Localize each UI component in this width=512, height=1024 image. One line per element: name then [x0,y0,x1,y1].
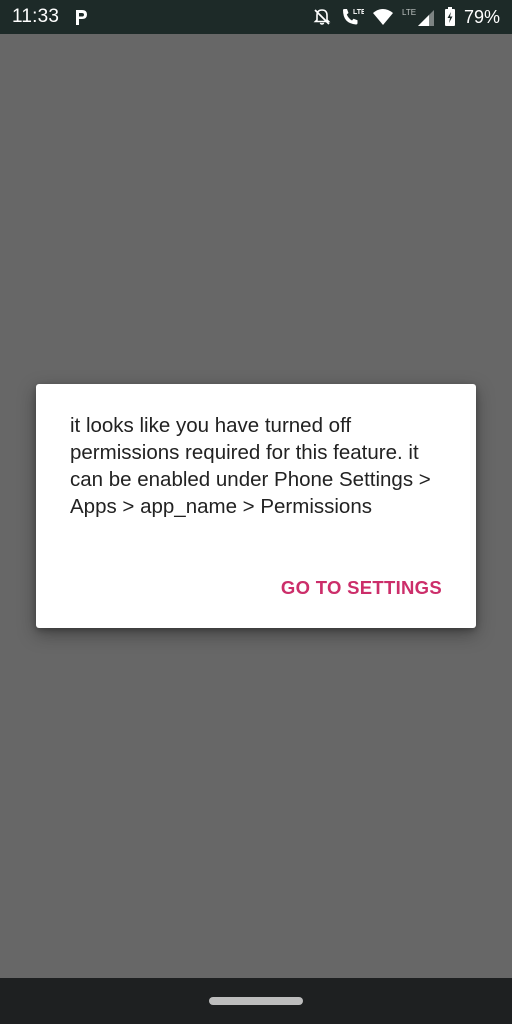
lte-call-icon: LTE [340,6,364,28]
navigation-bar [0,978,512,1024]
status-time: 11:33 [12,6,60,27]
status-right: LTE LTE 79% [304,0,500,34]
battery-icon [444,7,456,27]
wifi-icon [372,8,394,26]
status-bar: 11:33 LTE LTE 79% [0,0,512,34]
status-left: 11:33 [12,0,89,34]
parking-p-icon [73,7,89,27]
screen: 11:33 LTE LTE 79% it looks like you have… [0,0,512,1024]
home-gesture-pill[interactable] [209,997,303,1005]
lte-signal-label: LTE [402,8,416,17]
lte-call-label: LTE [353,9,364,16]
notifications-off-icon [312,7,332,27]
go-to-settings-button[interactable]: GO TO SETTINGS [271,570,452,606]
dialog-message: it looks like you have turned off permis… [70,414,431,518]
lte-signal-icon: LTE [402,6,436,28]
battery-percent: 79% [463,6,500,27]
permission-dialog: it looks like you have turned off permis… [36,384,476,628]
